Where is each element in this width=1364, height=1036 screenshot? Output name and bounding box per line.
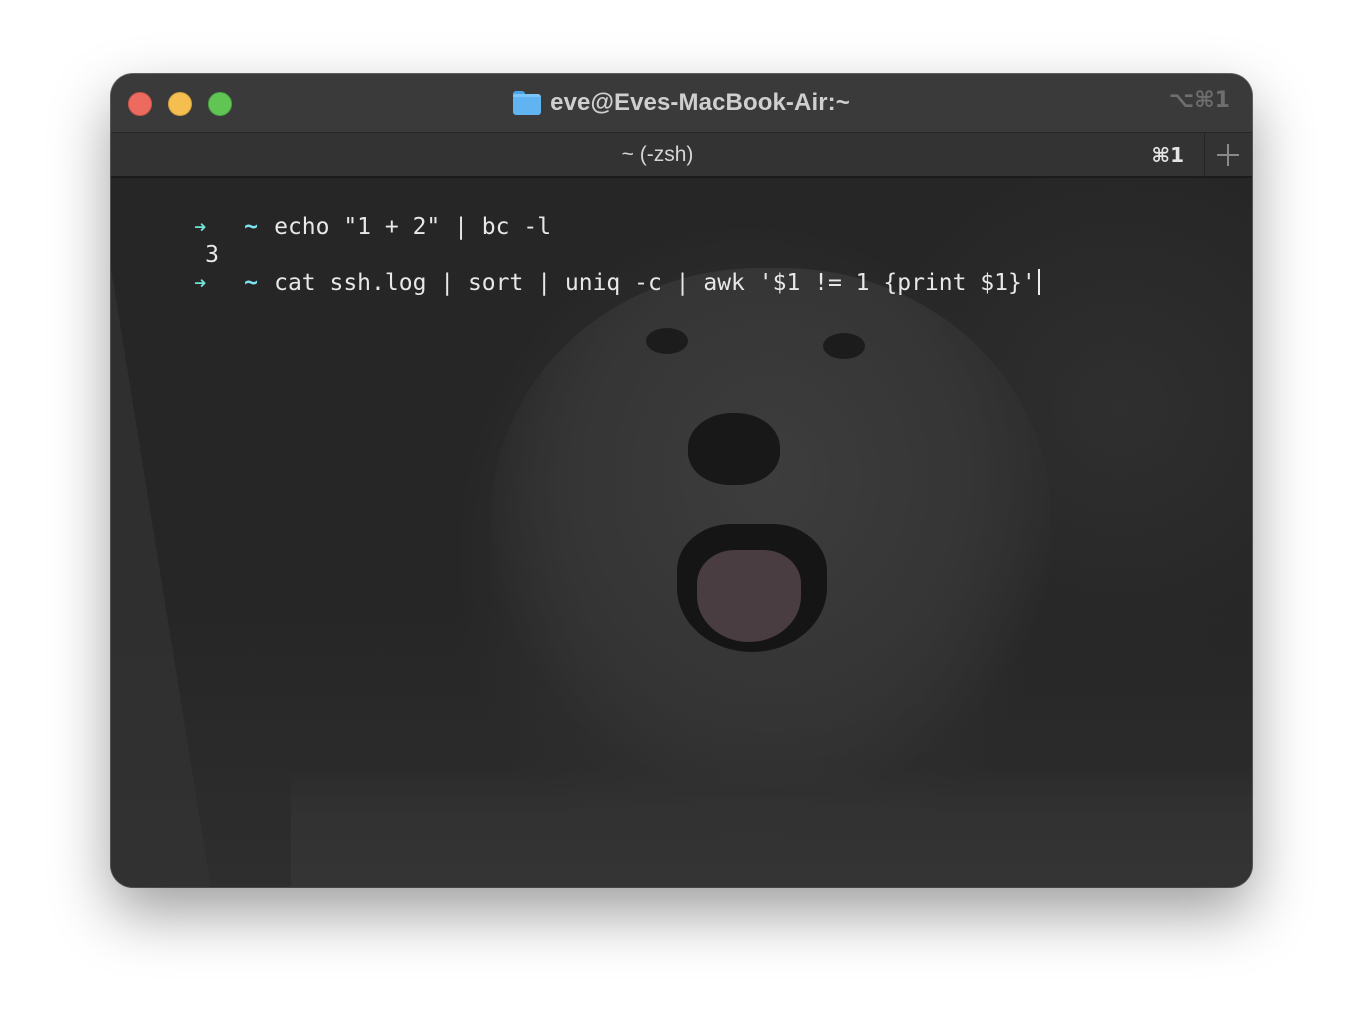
background-dog-nose [688,413,780,485]
window-title: eve@Eves-MacBook-Air:~ [550,89,850,116]
terminal-content[interactable]: ➜ ~ echo "1 + 2" | bc -l 3 ➜ ~ cat ssh.log |… [111,178,1252,887]
prompt-cwd: ~ [244,270,258,296]
background-dog-tongue [697,550,801,642]
window-shortcut-label: ⌥⌘1 [1168,88,1230,113]
prompt-cwd: ~ [244,214,258,240]
tab-bar: ~ (-zsh) ⌘1 [111,132,1252,178]
text-cursor [1037,269,1040,295]
window-title-group: eve@Eves-MacBook-Air:~ [111,74,1252,132]
terminal-window: eve@Eves-MacBook-Air:~ ⌥⌘1 ~ (-zsh) ⌘1 ➜… [111,74,1252,887]
command-input[interactable]: cat ssh.log | sort | uniq -c | awk '$1 !… [274,270,1036,296]
title-bar[interactable]: eve@Eves-MacBook-Air:~ ⌥⌘1 [111,74,1252,132]
tab-shortcut-label: ⌘1 [1151,143,1184,167]
background-dog-eye [823,333,865,359]
prompt-arrow-icon: ➜ [194,271,207,295]
tab-title: ~ (-zsh) [621,142,694,166]
background-floor [291,767,1252,887]
tab-zsh[interactable]: ~ (-zsh) [111,133,1204,176]
output-line: 3 [111,213,219,268]
new-tab-button[interactable] [1204,133,1252,176]
command-line: ➜ ~ cat ssh.log | sort | uniq -c | awk '$1… [111,241,1040,296]
background-dog-eye [646,328,688,354]
folder-icon [513,91,542,115]
command-line: ➜ ~ echo "1 + 2" | bc -l [111,185,551,240]
background-wedge [111,268,211,887]
command-text: echo "1 + 2" | bc -l [274,214,552,240]
